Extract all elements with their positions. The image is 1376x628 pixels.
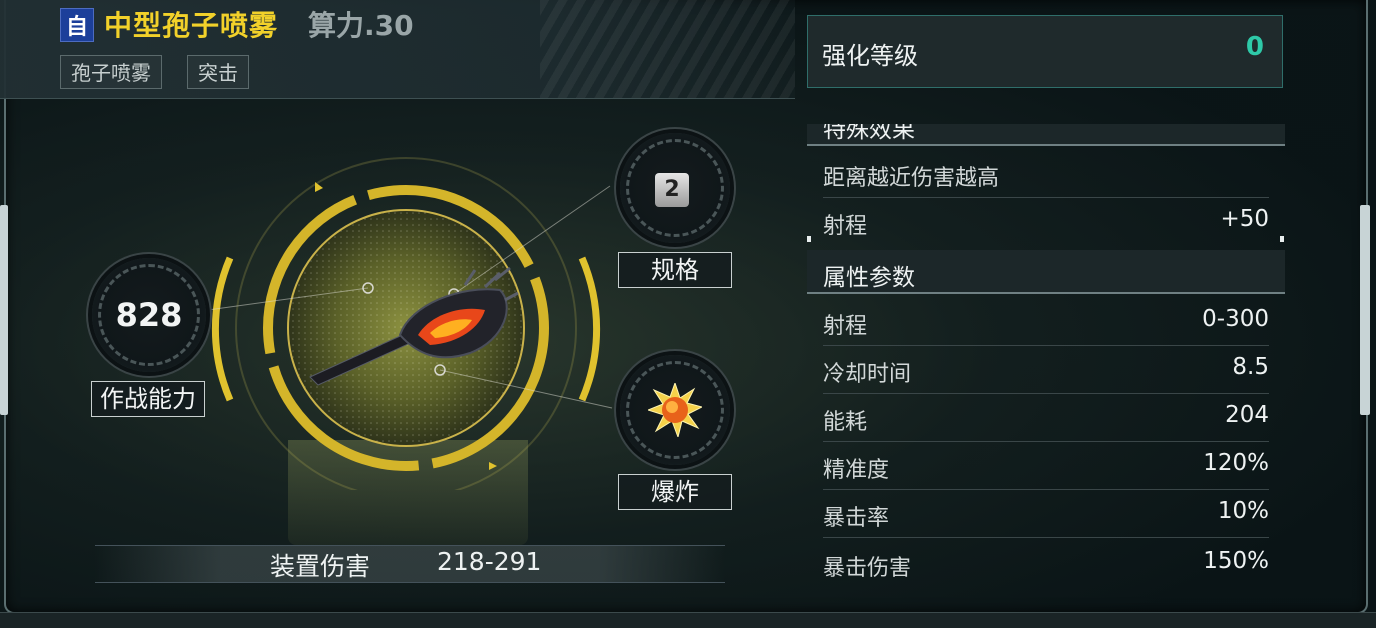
attribute-label: 暴击率	[823, 506, 890, 531]
special-effect-label: 距离越近伤害越高	[823, 166, 1000, 191]
enhance-value: 0	[1245, 32, 1264, 62]
left-edge-bar	[0, 205, 8, 415]
enhance-label: 强化等级	[822, 42, 918, 70]
spec-label: 规格	[618, 252, 732, 288]
auto-badge: 自	[60, 8, 94, 42]
attribute-row: 冷却时间 8.5	[823, 346, 1269, 394]
compute-power: 算力.30	[308, 9, 414, 42]
special-effect-row: 射程 +50	[823, 198, 1269, 246]
special-effects-title: 特殊效果	[823, 124, 915, 143]
attribute-row: 暴击伤害 150%	[823, 540, 1269, 588]
attribute-value: 0-300	[1202, 306, 1269, 332]
attribute-value: 204	[1225, 402, 1269, 428]
attribute-value: 120%	[1203, 450, 1269, 476]
attribute-row: 暴击率 10%	[823, 490, 1269, 538]
explosion-icon	[648, 383, 702, 437]
bracket-mark	[807, 236, 811, 242]
attribute-row: 精准度 120%	[823, 442, 1269, 490]
device-damage-value: 218-291	[437, 547, 542, 576]
special-effect-row: 距离越近伤害越高	[823, 150, 1269, 198]
attribute-label: 冷却时间	[823, 362, 912, 387]
spec-value: 2	[655, 173, 689, 207]
special-effects-header: 特殊效果	[807, 124, 1285, 146]
attribute-value: 150%	[1203, 548, 1269, 574]
bottom-strip	[0, 612, 1376, 628]
attribute-value: 8.5	[1232, 354, 1269, 380]
attributes-title: 属性参数	[823, 265, 915, 291]
enhance-level-box[interactable]: 强化等级 0	[807, 15, 1283, 88]
attribute-label: 射程	[823, 314, 868, 339]
spore-spray-weapon-icon	[309, 266, 519, 386]
weapon-name: 中型孢子喷雾	[104, 9, 279, 42]
attribute-value: 10%	[1217, 498, 1269, 524]
right-edge-bar	[1360, 205, 1370, 415]
combat-power-label: 作战能力	[91, 381, 205, 417]
device-damage-bar	[95, 545, 725, 583]
attribute-label: 暴击伤害	[823, 556, 912, 581]
attribute-label: 精准度	[823, 458, 890, 483]
special-effect-value: +50	[1220, 206, 1269, 232]
attribute-row: 射程 0-300	[823, 298, 1269, 346]
combat-power-value: 828	[115, 296, 183, 334]
device-damage-label: 装置伤害	[270, 552, 371, 581]
bracket-mark	[1280, 236, 1284, 242]
damage-type-label: 爆炸	[618, 474, 732, 510]
special-effect-label: 射程	[823, 214, 868, 239]
header-stripes	[540, 0, 795, 98]
tag-assault: 突击	[187, 55, 249, 89]
attribute-label: 能耗	[823, 410, 868, 435]
attributes-header: 属性参数	[807, 250, 1285, 294]
tag-spore-spray: 孢子喷雾	[60, 55, 162, 89]
attribute-row: 能耗 204	[823, 394, 1269, 442]
